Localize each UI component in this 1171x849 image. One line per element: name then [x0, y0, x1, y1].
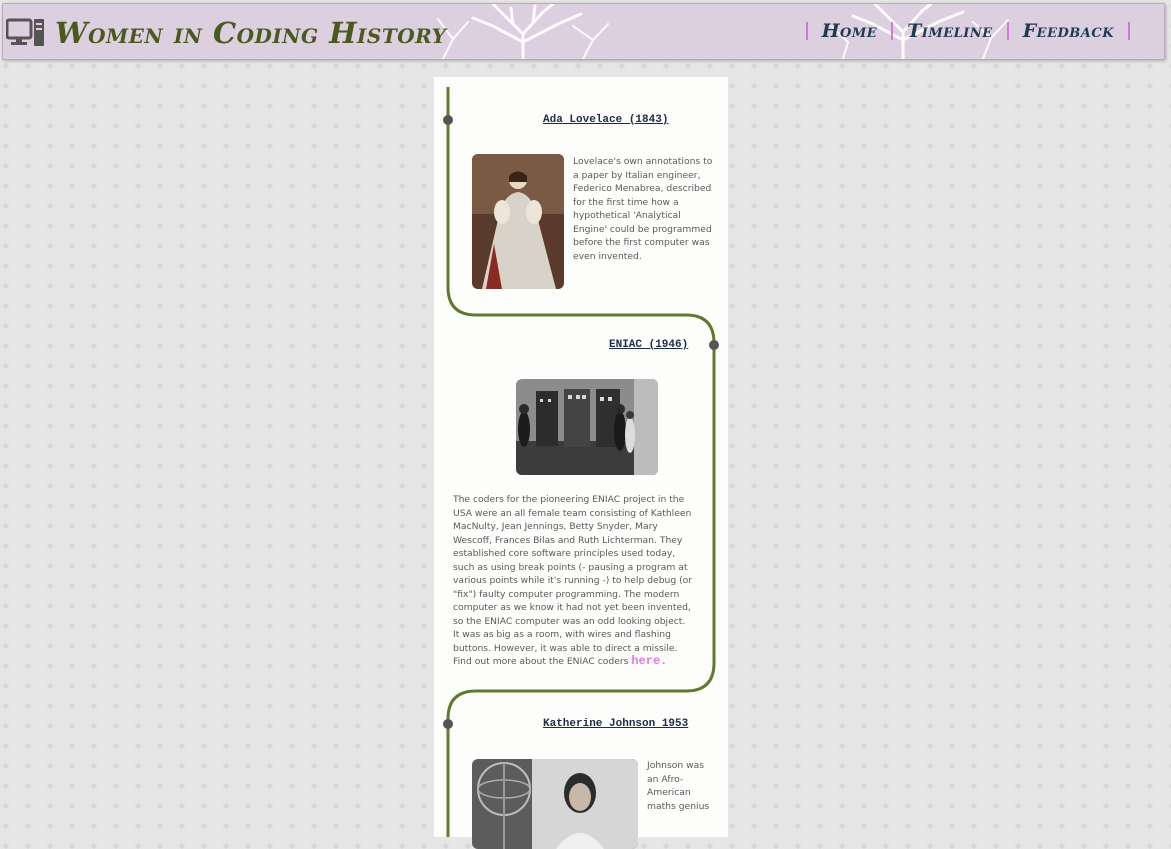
tree-decoration-left	[437, 4, 609, 59]
nav-separator	[805, 22, 808, 40]
timeline-node	[709, 340, 719, 350]
ada-lovelace-portrait	[472, 154, 564, 289]
eniac-coders-link[interactable]: here.	[631, 654, 667, 668]
entry-text-eniac: The coders for the pioneering ENIAC proj…	[453, 493, 693, 669]
entry-title-eniac[interactable]: ENIAC (1946)	[609, 339, 688, 351]
katherine-johnson-photo	[472, 759, 638, 849]
nav-separator	[1128, 22, 1130, 40]
eniac-coders-photo	[516, 379, 658, 475]
entry-title-ada-lovelace[interactable]: Ada Lovelace (1843)	[543, 114, 668, 126]
entry-text-eniac-body: The coders for the pioneering ENIAC proj…	[453, 494, 693, 667]
computer-icon	[6, 18, 44, 46]
nav-separator	[1006, 22, 1009, 40]
timeline-node	[443, 719, 453, 729]
nav-home-link[interactable]: Home	[822, 20, 878, 42]
main-nav: Home Timeline Feedback	[792, 20, 1144, 42]
site-title: Women in Coding History	[55, 16, 447, 50]
nav-feedback-link[interactable]: Feedback	[1023, 20, 1114, 42]
entry-title-katherine-johnson[interactable]: Katherine Johnson 1953	[543, 718, 688, 730]
nav-timeline-link[interactable]: Timeline	[907, 20, 993, 42]
timeline-node	[443, 115, 453, 125]
nav-separator	[891, 22, 894, 40]
entry-text-ada-lovelace: Lovelace's own annotations to a paper by…	[573, 156, 713, 262]
timeline-column: Ada Lovelace (1843) Lovelace's own annot…	[434, 77, 728, 849]
entry-text-katherine-johnson: Johnson was an Afro-American maths geniu…	[647, 760, 710, 812]
site-header: Women in Coding History Home Timeline Fe…	[2, 3, 1165, 60]
